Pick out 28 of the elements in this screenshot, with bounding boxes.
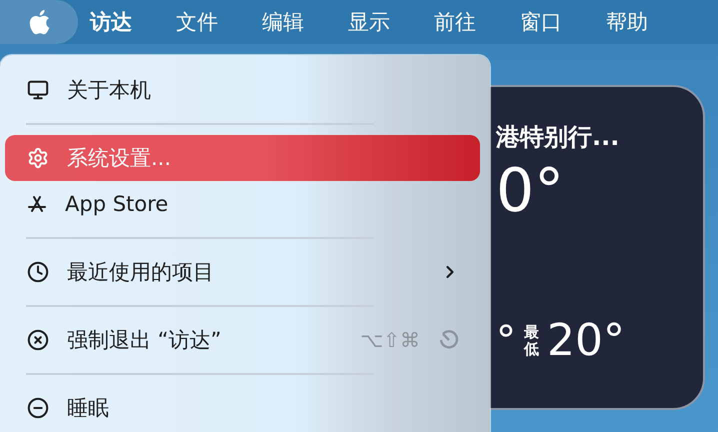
- menu-item[interactable]: 睡眠: [5, 385, 480, 431]
- apple-menu-button[interactable]: [0, 0, 78, 44]
- apple-logo-icon: [28, 9, 50, 35]
- menu-bar-item[interactable]: 文件: [176, 8, 218, 36]
- escape-icon: [438, 329, 460, 351]
- app-store-icon: [27, 194, 47, 214]
- close-circle-icon: [27, 329, 49, 351]
- keyboard-shortcut: ⌥⇧⌘: [360, 328, 420, 352]
- menu-item[interactable]: 关于本机: [5, 67, 480, 113]
- monitor-icon: [27, 79, 49, 101]
- menu-bar-item[interactable]: 访达: [90, 8, 132, 36]
- minus-circle-icon: [27, 397, 49, 419]
- low-temperature: 20°: [547, 315, 625, 366]
- menu-bar-item[interactable]: 前往: [434, 8, 476, 36]
- menu-item[interactable]: App Store: [5, 181, 480, 227]
- menu-item[interactable]: 系统设置...: [5, 135, 480, 181]
- settings-icon: [27, 147, 49, 169]
- menu-bar-item[interactable]: 窗口: [520, 8, 562, 36]
- menu-item[interactable]: 强制退出 “访达” ⌥⇧⌘: [5, 317, 480, 363]
- clock-icon: [27, 261, 49, 283]
- low-label: 最低: [524, 324, 539, 357]
- location-label: 港特别行...: [496, 122, 620, 153]
- temperature: 0°: [496, 161, 566, 221]
- high-temperature: °: [496, 318, 516, 364]
- menu-bar-item[interactable]: 显示: [348, 8, 390, 36]
- menu-bar-item[interactable]: 帮助: [606, 8, 648, 36]
- menu-item[interactable]: 最近使用的项目: [5, 249, 480, 295]
- menu-bar-item[interactable]: 编辑: [262, 8, 304, 36]
